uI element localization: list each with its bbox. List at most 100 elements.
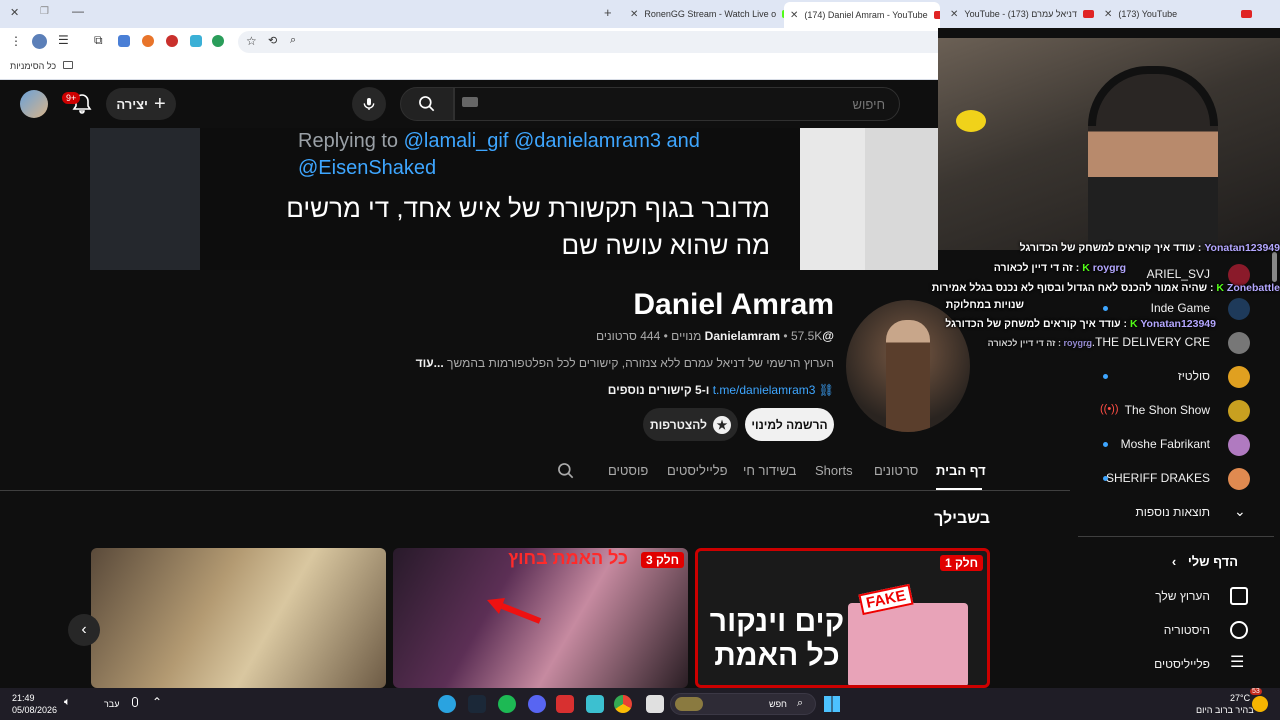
more-links[interactable]: ו-5 קישורים נוספים: [608, 383, 710, 397]
sidebar-subscription[interactable]: Inde Game: [1070, 292, 1280, 326]
chevron-up-icon[interactable]: ⌃: [152, 695, 162, 709]
browser-tab[interactable]: ✕ YouTube - דניאל עמרם (173): [944, 4, 1094, 24]
speaker-icon[interactable]: 🔈︎: [64, 696, 71, 709]
sidebar-item-playlists[interactable]: פלייליסטים ☰: [1070, 648, 1280, 682]
channel-link[interactable]: t.me/danielamram3: [713, 383, 816, 397]
profile-icon[interactable]: [32, 34, 47, 49]
banner-quote: מדובר בגוף תקשורת של איש אחד, די מרשים מ…: [210, 190, 770, 264]
search-button[interactable]: [400, 87, 454, 121]
extensions-icon[interactable]: ⧉: [94, 33, 103, 48]
browser-tab-active[interactable]: ✕ (174) Daniel Amram - YouTube: [784, 2, 940, 28]
weather-desc[interactable]: בהיר ברוב היום: [1196, 705, 1254, 715]
chat-text: זה די דיין לכאורה: [987, 338, 1056, 348]
carousel-previous-button[interactable]: ‹: [68, 614, 100, 646]
channel-search-icon[interactable]: [556, 461, 576, 481]
close-window-icon[interactable]: ✕: [10, 6, 19, 19]
search-input[interactable]: [454, 87, 900, 121]
video-thumbnail[interactable]: כל האמת בחוץ חלק 3: [393, 548, 688, 688]
menu-icon[interactable]: ⋮: [10, 34, 22, 48]
tab-shorts[interactable]: Shorts: [815, 463, 853, 478]
youtube-icon: [1241, 10, 1252, 18]
extension-icon[interactable]: [212, 35, 224, 47]
clock-time[interactable]: 21:49: [12, 693, 35, 703]
sidebar-item-label: היסטוריה: [1163, 623, 1210, 637]
channel-avatar[interactable]: [846, 300, 970, 432]
restore-window-icon[interactable]: ❐: [40, 6, 49, 17]
sidebar-item-your-channel[interactable]: הערוץ שלך: [1070, 580, 1280, 614]
sidebar-show-more[interactable]: תוצאות נוספות ⌄: [1070, 496, 1280, 530]
close-tab-icon[interactable]: ✕: [1104, 9, 1112, 20]
tab-videos[interactable]: סרטונים: [874, 463, 918, 478]
tab-live[interactable]: בשידור חי: [743, 463, 796, 478]
bookmarks-folder[interactable]: כל הסימניות: [10, 61, 73, 71]
search-icon: [419, 96, 435, 112]
extension-icon[interactable]: [118, 35, 130, 47]
discord-icon[interactable]: [528, 695, 546, 713]
app-icon[interactable]: [556, 695, 574, 713]
chat-text: זה די דיין לכאורה: [993, 262, 1073, 274]
microphone-tray-icon[interactable]: [132, 697, 138, 707]
search-highlight-icon: [675, 697, 703, 711]
join-button[interactable]: להצטרפות ★: [643, 408, 738, 441]
thumbnail-portrait: [848, 603, 968, 685]
chrome-icon[interactable]: [614, 695, 632, 713]
reading-list-icon[interactable]: ☰: [58, 33, 69, 47]
close-tab-icon[interactable]: ✕: [950, 9, 958, 20]
chevron-left-icon: ›: [1171, 554, 1177, 569]
tab-home[interactable]: דף הבית: [936, 463, 986, 478]
banner-image-panel: [800, 128, 865, 270]
file-explorer-icon[interactable]: [646, 695, 664, 713]
more-link[interactable]: ...עוד: [416, 356, 444, 370]
user-icon: [1230, 587, 1248, 605]
channel-links[interactable]: ⛓ t.me/danielamram3 ו-5 קישורים נוספים: [608, 383, 834, 397]
notepad-icon[interactable]: [586, 695, 604, 713]
tab-playlists[interactable]: פלייליסטים: [667, 463, 728, 478]
sidebar-subscription[interactable]: SHERIFF DRAKES: [1070, 462, 1280, 496]
extension-icon[interactable]: [142, 35, 154, 47]
windows-start-icon[interactable]: [824, 696, 840, 712]
input-language[interactable]: עבר: [104, 699, 119, 709]
sidebar-scrollbar[interactable]: [1272, 252, 1277, 282]
browser-tab[interactable]: ✕ (173) YouTube: [1098, 4, 1258, 24]
video-thumbnail[interactable]: [91, 548, 386, 688]
sidebar-subscription[interactable]: סולטיז: [1070, 360, 1280, 394]
sidebar-item-history[interactable]: היסטוריה: [1070, 614, 1280, 648]
sidebar-subscription[interactable]: Moshe Fabrikant: [1070, 428, 1280, 462]
keyboard-icon[interactable]: [462, 97, 478, 107]
bookmark-star-icon[interactable]: ☆: [246, 34, 257, 48]
sidebar-subscription[interactable]: ((•)) The Shon Show: [1070, 394, 1280, 428]
create-button[interactable]: יצירה +: [106, 88, 176, 120]
channel-avatar-icon: [1228, 434, 1250, 456]
clock-date[interactable]: 05/08/2026: [12, 705, 57, 715]
avatar-figure: [886, 320, 930, 432]
browser-tab[interactable]: ✕ RonenGG Stream - Watch Live o: [624, 4, 784, 24]
my-page-header[interactable]: הדף שלי ›: [1172, 554, 1238, 569]
extension-icon[interactable]: [166, 35, 178, 47]
youtube-header: יצירה +: [0, 80, 938, 128]
streamer-webcam: [938, 38, 1280, 250]
minimize-window-icon[interactable]: —: [72, 4, 84, 18]
banner-reply-text: Replying to @lamali_gif @danielamram3 an…: [298, 128, 700, 182]
sidebar-subscription[interactable]: THE DELIVERY CRE...: [1070, 326, 1280, 360]
weather-temp[interactable]: 27°C: [1230, 693, 1250, 703]
subscribe-button[interactable]: הרשמה למינוי: [745, 408, 834, 441]
voice-search-button[interactable]: [352, 87, 386, 121]
account-avatar[interactable]: [20, 90, 48, 118]
close-tab-icon[interactable]: ✕: [630, 9, 638, 20]
video-thumbnail[interactable]: חלק 1 קים וינקור כל האמת FAKE: [695, 548, 990, 688]
telegram-icon[interactable]: [438, 695, 456, 713]
sidebar-subscription[interactable]: ARIEL_SVJ: [1070, 258, 1280, 292]
extension-icon[interactable]: [190, 35, 202, 47]
url-bar[interactable]: ☆ ⟲ ⌕: [238, 31, 938, 53]
close-tab-icon[interactable]: ✕: [790, 10, 798, 21]
channel-description[interactable]: הערוץ הרשמי של דניאל עמרם ללא צנזורה, קי…: [416, 356, 834, 370]
tab-posts[interactable]: פוסטים: [608, 463, 648, 478]
new-tab-button[interactable]: +: [604, 5, 612, 20]
taskbar-search[interactable]: חפש ⌕: [670, 693, 816, 715]
description-text: הערוץ הרשמי של דניאל עמרם ללא צנזורה, קי…: [447, 356, 834, 370]
translate-icon[interactable]: ⟲: [268, 34, 277, 47]
weather-sun-icon[interactable]: [1252, 696, 1268, 712]
zoom-icon[interactable]: ⌕: [290, 34, 296, 47]
steam-icon[interactable]: [468, 695, 486, 713]
spotify-icon[interactable]: [498, 695, 516, 713]
